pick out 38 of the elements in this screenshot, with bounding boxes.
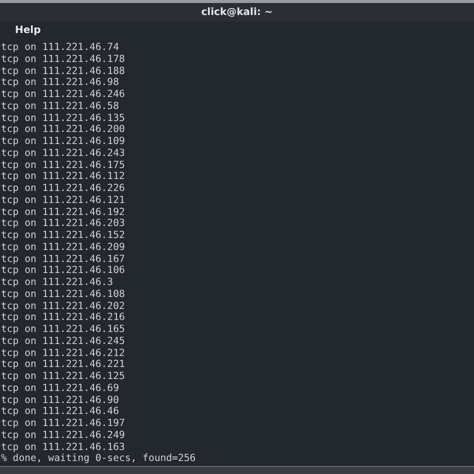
terminal-line: tcp on 111.221.46.109 <box>1 136 126 148</box>
terminal-line: tcp on 111.221.46.69 <box>1 382 120 394</box>
terminal-line: % done, waiting 0-secs, found=256 <box>1 453 197 465</box>
terminal-line: tcp on 111.221.46.249 <box>1 430 126 442</box>
terminal-line: tcp on 111.221.46.58 <box>1 100 120 112</box>
terminal-line: tcp on 111.221.46.46 <box>1 406 120 418</box>
terminal-line: tcp on 111.221.46.202 <box>1 300 126 312</box>
terminal-line: tcp on 111.221.46.221 <box>1 359 126 371</box>
terminal-line: tcp on 111.221.46.98 <box>1 77 120 89</box>
terminal-line: tcp on 111.221.46.112 <box>1 171 126 183</box>
terminal-line: tcp on 111.221.46.178 <box>1 54 126 66</box>
terminal-line: tcp on 111.221.46.175 <box>1 160 126 172</box>
terminal-line: tcp on 111.221.46.135 <box>1 112 126 124</box>
terminal-line: tcp on 111.221.46.152 <box>1 230 126 242</box>
terminal-line: tcp on 111.221.46.203 <box>1 218 126 230</box>
terminal-line: tcp on 111.221.46.163 <box>1 442 126 454</box>
window-title: click@kali: ~ <box>201 7 273 18</box>
terminal-line: tcp on 111.221.46.74 <box>1 42 120 54</box>
terminal-line: tcp on 111.221.46.165 <box>1 324 126 336</box>
terminal-line: tcp on 111.221.46.188 <box>1 66 126 78</box>
terminal-line: tcp on 111.221.46.192 <box>1 206 126 218</box>
terminal-line: tcp on 111.221.46.121 <box>1 194 126 206</box>
terminal-line: tcp on 111.221.46.167 <box>1 254 126 266</box>
terminal-line: tcp on 111.221.46.226 <box>1 183 126 195</box>
terminal-line: tcp on 111.221.46.197 <box>1 418 126 430</box>
terminal-line: tcp on 111.221.46.200 <box>1 124 126 136</box>
terminal-line: tcp on 111.221.46.3 <box>1 277 114 289</box>
terminal-line: tcp on 111.221.46.246 <box>1 89 126 101</box>
terminal-line: tcp on 111.221.46.216 <box>1 312 126 324</box>
terminal-line: tcp on 111.221.46.108 <box>1 288 126 300</box>
terminal-line: tcp on 111.221.46.212 <box>1 348 126 360</box>
menu-item[interactable]: Help <box>15 25 41 36</box>
terminal-line: tcp on 111.221.46.90 <box>1 394 120 406</box>
terminal-line: tcp on 111.221.46.106 <box>1 265 126 277</box>
terminal-line: tcp on 111.221.46.125 <box>1 371 126 383</box>
terminal-line: tcp on 111.221.46.245 <box>1 336 126 348</box>
terminal-line: tcp on 111.221.46.243 <box>1 148 126 160</box>
terminal-line: tcp on 111.221.46.209 <box>1 242 126 254</box>
